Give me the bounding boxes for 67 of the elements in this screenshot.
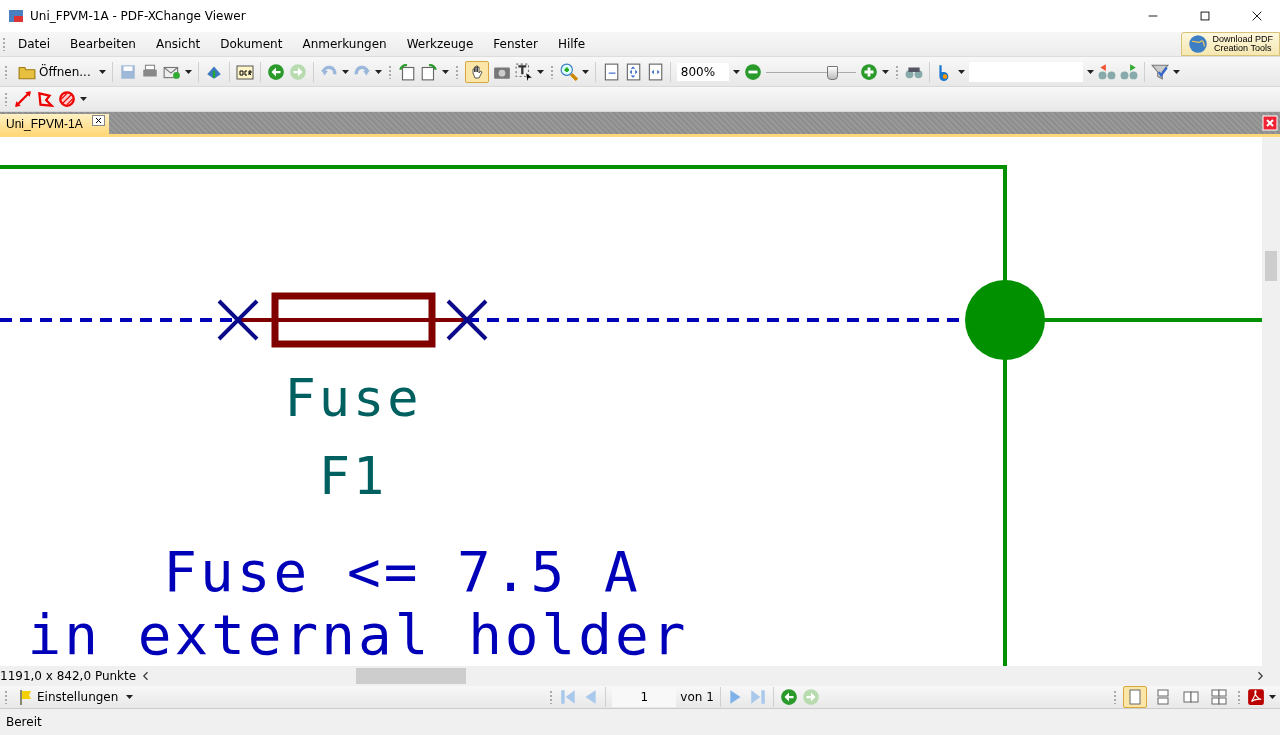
close-icon[interactable] bbox=[1250, 9, 1264, 23]
area-icon[interactable] bbox=[58, 90, 76, 108]
menu-item[interactable]: Bearbeiten bbox=[60, 37, 146, 51]
ocr-icon[interactable] bbox=[235, 62, 254, 81]
toolbar-grip[interactable] bbox=[2, 37, 6, 51]
menu-item[interactable]: Hilfe bbox=[547, 37, 596, 51]
settings-button[interactable]: Einstellungen bbox=[14, 686, 123, 708]
menu-item[interactable]: Dokument bbox=[210, 37, 293, 51]
toolbar-grip[interactable] bbox=[4, 92, 8, 106]
perimeter-icon[interactable] bbox=[36, 90, 54, 108]
globe-icon[interactable] bbox=[1188, 34, 1209, 54]
caret-icon[interactable] bbox=[441, 69, 449, 74]
menu-item[interactable]: Werkzeuge bbox=[396, 37, 484, 51]
caret-icon[interactable] bbox=[341, 69, 349, 74]
zoom-field[interactable]: 800% bbox=[676, 62, 729, 81]
rotate-right-icon[interactable] bbox=[419, 62, 438, 81]
measure-icon[interactable] bbox=[14, 90, 32, 108]
toolbar-grip[interactable] bbox=[1113, 690, 1117, 704]
zoom-in-icon[interactable] bbox=[559, 62, 578, 81]
slider-thumb[interactable] bbox=[826, 65, 838, 80]
flag-icon[interactable] bbox=[18, 689, 34, 705]
pdf-icon[interactable] bbox=[1247, 688, 1265, 706]
pdf-app-icon bbox=[8, 8, 24, 24]
menu-item[interactable]: Fenster bbox=[483, 37, 548, 51]
caret-icon[interactable] bbox=[732, 69, 740, 74]
menu-item[interactable]: Ansicht bbox=[145, 37, 211, 51]
download-button[interactable]: Download PDF Creation Tools bbox=[1181, 32, 1280, 56]
toolbar-grip[interactable] bbox=[1237, 690, 1241, 704]
no-connect-mark bbox=[446, 299, 488, 341]
menu-item[interactable]: Datei bbox=[8, 37, 60, 51]
caret-icon[interactable] bbox=[881, 69, 889, 74]
caret-icon[interactable] bbox=[80, 97, 87, 101]
toolbar-grip[interactable] bbox=[4, 64, 8, 79]
caret-icon[interactable] bbox=[1172, 69, 1180, 74]
open-button[interactable]: Öffnen... bbox=[14, 59, 95, 84]
caret-icon[interactable] bbox=[536, 69, 544, 74]
rotate-left-icon[interactable] bbox=[397, 62, 416, 81]
filter-icon[interactable] bbox=[1150, 62, 1169, 81]
close-icon[interactable] bbox=[91, 115, 105, 126]
document-tab[interactable]: Uni_FPVM-1A bbox=[0, 114, 109, 134]
find-next-icon[interactable] bbox=[1119, 62, 1138, 81]
zoom-slider[interactable] bbox=[765, 63, 856, 80]
maximize-icon[interactable] bbox=[1198, 9, 1212, 23]
caret-icon[interactable] bbox=[374, 69, 382, 74]
caret-icon[interactable] bbox=[581, 69, 589, 74]
menu-item[interactable]: Anmerkungen bbox=[292, 37, 397, 51]
status-text: Bereit bbox=[6, 715, 42, 729]
caret-icon[interactable] bbox=[184, 69, 192, 74]
schematic-label: in external holder bbox=[27, 602, 689, 666]
caret-icon[interactable] bbox=[1086, 69, 1094, 74]
schematic-label: F1 bbox=[318, 446, 388, 506]
caret-icon[interactable] bbox=[1269, 695, 1276, 699]
text-select-icon[interactable] bbox=[514, 62, 533, 81]
zoom-out-icon[interactable] bbox=[743, 62, 762, 81]
page-number-field[interactable]: 1 bbox=[612, 687, 677, 707]
window-title: Uni_FPVM-1A - PDF-XChange Viewer bbox=[30, 9, 247, 23]
zoom-plus-icon[interactable] bbox=[859, 62, 878, 81]
caret-icon[interactable] bbox=[126, 695, 134, 699]
toolbar-grip[interactable] bbox=[4, 690, 8, 704]
caret-icon[interactable] bbox=[98, 69, 106, 74]
page-count-label: von 1 bbox=[680, 690, 714, 704]
schematic-label: Fuse <= 7.5 A bbox=[163, 539, 641, 604]
caret-icon[interactable] bbox=[957, 69, 965, 74]
page-size-label: 1191,0 x 842,0 Punkte bbox=[0, 669, 138, 683]
no-connect-mark bbox=[217, 299, 259, 341]
save-icon[interactable] bbox=[118, 62, 137, 81]
schematic-label: Fuse bbox=[284, 368, 422, 428]
